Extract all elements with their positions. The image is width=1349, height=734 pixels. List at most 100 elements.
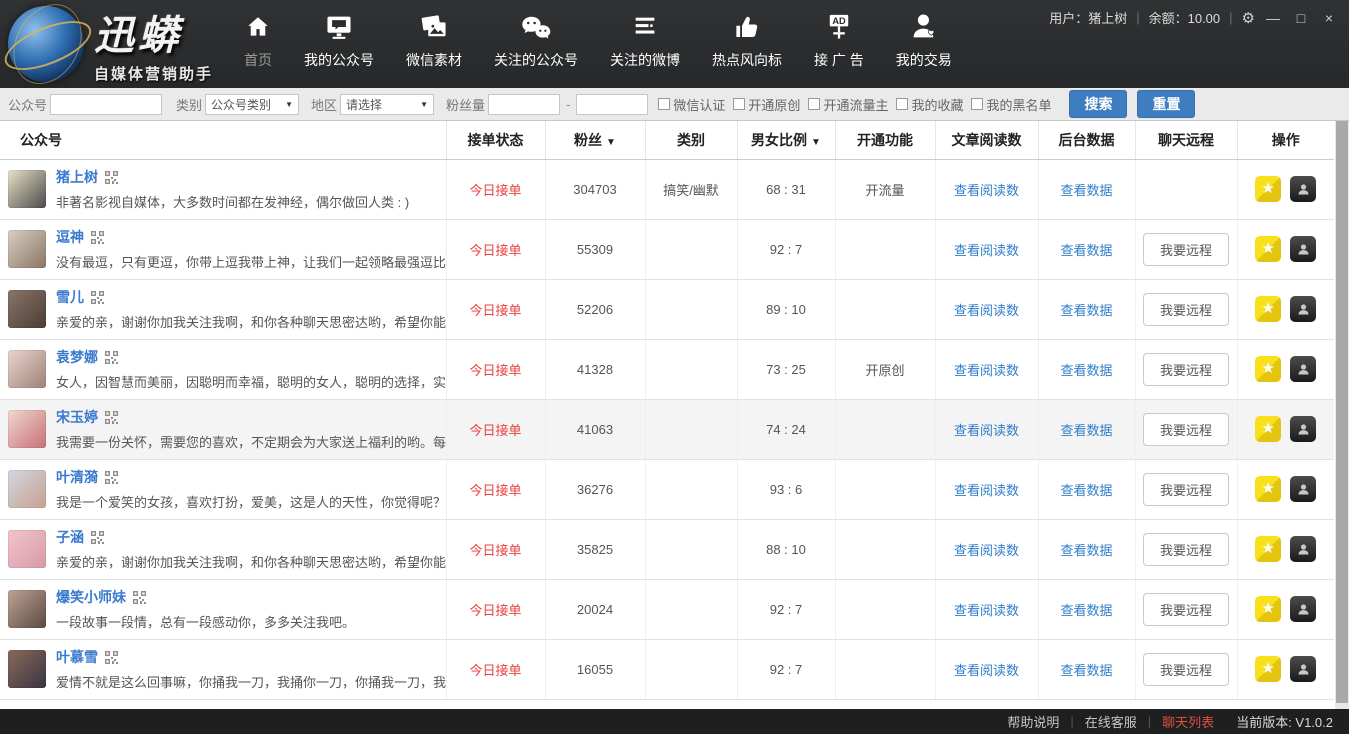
account-name[interactable]: 叶慕雪 — [56, 647, 98, 667]
account-name[interactable]: 雪儿 — [56, 287, 84, 307]
category-select[interactable]: 公众号类别 ▼ — [205, 94, 299, 115]
favorite-star-button[interactable]: ★ — [1255, 656, 1281, 682]
favorite-star-button[interactable]: ★ — [1255, 236, 1281, 262]
contact-person-button[interactable] — [1290, 656, 1316, 682]
view-data-link[interactable]: 查看数据 — [1060, 303, 1112, 318]
scrollbar-thumb[interactable] — [1336, 121, 1348, 703]
help-link[interactable]: 帮助说明 — [1007, 712, 1059, 731]
account-name[interactable]: 袁梦娜 — [56, 347, 98, 367]
remote-chat-button[interactable]: 我要远程 — [1143, 233, 1229, 266]
qr-code-icon[interactable] — [105, 651, 118, 664]
checkbox-box-icon[interactable] — [896, 98, 908, 110]
view-reads-link[interactable]: 查看阅读数 — [954, 423, 1019, 438]
filter-checkbox[interactable]: 开通流量主 — [808, 95, 888, 114]
contact-person-button[interactable] — [1290, 536, 1316, 562]
account-name[interactable]: 逗神 — [56, 227, 84, 247]
search-button[interactable]: 搜索 — [1069, 90, 1127, 118]
close-button[interactable]: × — [1319, 10, 1339, 26]
chat-list-link[interactable]: 聊天列表 — [1162, 712, 1214, 731]
nav-item[interactable]: 关注的微博 — [594, 9, 696, 70]
view-reads-link[interactable]: 查看阅读数 — [954, 183, 1019, 198]
remote-chat-button[interactable]: 我要远程 — [1143, 473, 1229, 506]
sort-desc-icon[interactable]: ▼ — [811, 137, 821, 148]
view-reads-link[interactable]: 查看阅读数 — [954, 483, 1019, 498]
remote-chat-button[interactable]: 我要远程 — [1143, 293, 1229, 326]
contact-person-button[interactable] — [1290, 236, 1316, 262]
checkbox-box-icon[interactable] — [971, 98, 983, 110]
vertical-scrollbar[interactable] — [1335, 121, 1349, 709]
qr-code-icon[interactable] — [105, 351, 118, 364]
favorite-star-button[interactable]: ★ — [1255, 296, 1281, 322]
filter-checkbox[interactable]: 开通原创 — [733, 95, 800, 114]
view-data-link[interactable]: 查看数据 — [1060, 363, 1112, 378]
filter-checkbox[interactable]: 我的黑名单 — [971, 95, 1051, 114]
contact-person-button[interactable] — [1290, 296, 1316, 322]
region-select[interactable]: 请选择 ▼ — [340, 94, 434, 115]
favorite-star-button[interactable]: ★ — [1255, 416, 1281, 442]
remote-chat-button[interactable]: 我要远程 — [1143, 413, 1229, 446]
qr-code-icon[interactable] — [91, 291, 104, 304]
column-header[interactable]: 男女比例▼ — [737, 121, 835, 159]
checkbox-box-icon[interactable] — [808, 98, 820, 110]
view-reads-link[interactable]: 查看阅读数 — [954, 543, 1019, 558]
nav-item[interactable]: 我的交易 — [880, 9, 968, 70]
remote-chat-button[interactable]: 我要远程 — [1143, 593, 1229, 626]
contact-person-button[interactable] — [1290, 356, 1316, 382]
filter-checkbox[interactable]: 微信认证 — [658, 95, 725, 114]
nav-item[interactable]: 热点风向标 — [696, 9, 798, 70]
account-name[interactable]: 叶清漪 — [56, 467, 98, 487]
checkbox-box-icon[interactable] — [658, 98, 670, 110]
view-data-link[interactable]: 查看数据 — [1060, 543, 1112, 558]
account-name[interactable]: 子涵 — [56, 527, 84, 547]
view-data-link[interactable]: 查看数据 — [1060, 483, 1112, 498]
filter-checkbox[interactable]: 我的收藏 — [896, 95, 963, 114]
remote-chat-button[interactable]: 我要远程 — [1143, 353, 1229, 386]
nav-item[interactable]: AD 接 广 告 — [798, 9, 880, 70]
sort-desc-icon[interactable]: ▼ — [606, 137, 616, 148]
nav-item[interactable]: 关注的公众号 — [478, 9, 594, 70]
qr-code-icon[interactable] — [91, 531, 104, 544]
view-reads-link[interactable]: 查看阅读数 — [954, 303, 1019, 318]
view-reads-link[interactable]: 查看阅读数 — [954, 363, 1019, 378]
nav-item[interactable]: 首页 — [228, 9, 288, 70]
qr-code-icon[interactable] — [105, 471, 118, 484]
contact-person-button[interactable] — [1290, 416, 1316, 442]
nav-item[interactable]: 我的公众号 — [288, 9, 390, 70]
qr-code-icon[interactable] — [133, 591, 146, 604]
favorite-star-button[interactable]: ★ — [1255, 476, 1281, 502]
maximize-button[interactable]: □ — [1291, 10, 1311, 26]
remote-chat-button[interactable]: 我要远程 — [1143, 653, 1229, 686]
favorite-star-button[interactable]: ★ — [1255, 176, 1281, 202]
qr-code-icon[interactable] — [105, 411, 118, 424]
account-name[interactable]: 宋玉婷 — [56, 407, 98, 427]
online-service-link[interactable]: 在线客服 — [1085, 712, 1137, 731]
view-data-link[interactable]: 查看数据 — [1060, 603, 1112, 618]
view-data-link[interactable]: 查看数据 — [1060, 663, 1112, 678]
account-name[interactable]: 猪上树 — [56, 167, 98, 187]
nav-item[interactable]: 微信素材 — [390, 9, 478, 70]
qr-code-icon[interactable] — [91, 231, 104, 244]
favorite-star-button[interactable]: ★ — [1255, 356, 1281, 382]
account-name[interactable]: 爆笑小师妹 — [56, 587, 126, 607]
checkbox-box-icon[interactable] — [733, 98, 745, 110]
view-reads-link[interactable]: 查看阅读数 — [954, 663, 1019, 678]
remote-chat-button[interactable]: 我要远程 — [1143, 533, 1229, 566]
contact-person-button[interactable] — [1290, 476, 1316, 502]
reset-button[interactable]: 重置 — [1137, 90, 1195, 118]
minimize-button[interactable]: — — [1263, 10, 1283, 26]
column-header[interactable]: 粉丝▼ — [545, 121, 645, 159]
view-data-link[interactable]: 查看数据 — [1060, 183, 1112, 198]
favorite-star-button[interactable]: ★ — [1255, 596, 1281, 622]
contact-person-button[interactable] — [1290, 596, 1316, 622]
settings-gear-icon[interactable]: ⚙ — [1242, 9, 1255, 27]
view-reads-link[interactable]: 查看阅读数 — [954, 603, 1019, 618]
qr-code-icon[interactable] — [105, 171, 118, 184]
view-data-link[interactable]: 查看数据 — [1060, 243, 1112, 258]
contact-person-button[interactable] — [1290, 176, 1316, 202]
account-filter-input[interactable] — [50, 94, 162, 115]
view-reads-link[interactable]: 查看阅读数 — [954, 243, 1019, 258]
fans-max-input[interactable] — [576, 94, 648, 115]
fans-min-input[interactable] — [488, 94, 560, 115]
view-data-link[interactable]: 查看数据 — [1060, 423, 1112, 438]
favorite-star-button[interactable]: ★ — [1255, 536, 1281, 562]
